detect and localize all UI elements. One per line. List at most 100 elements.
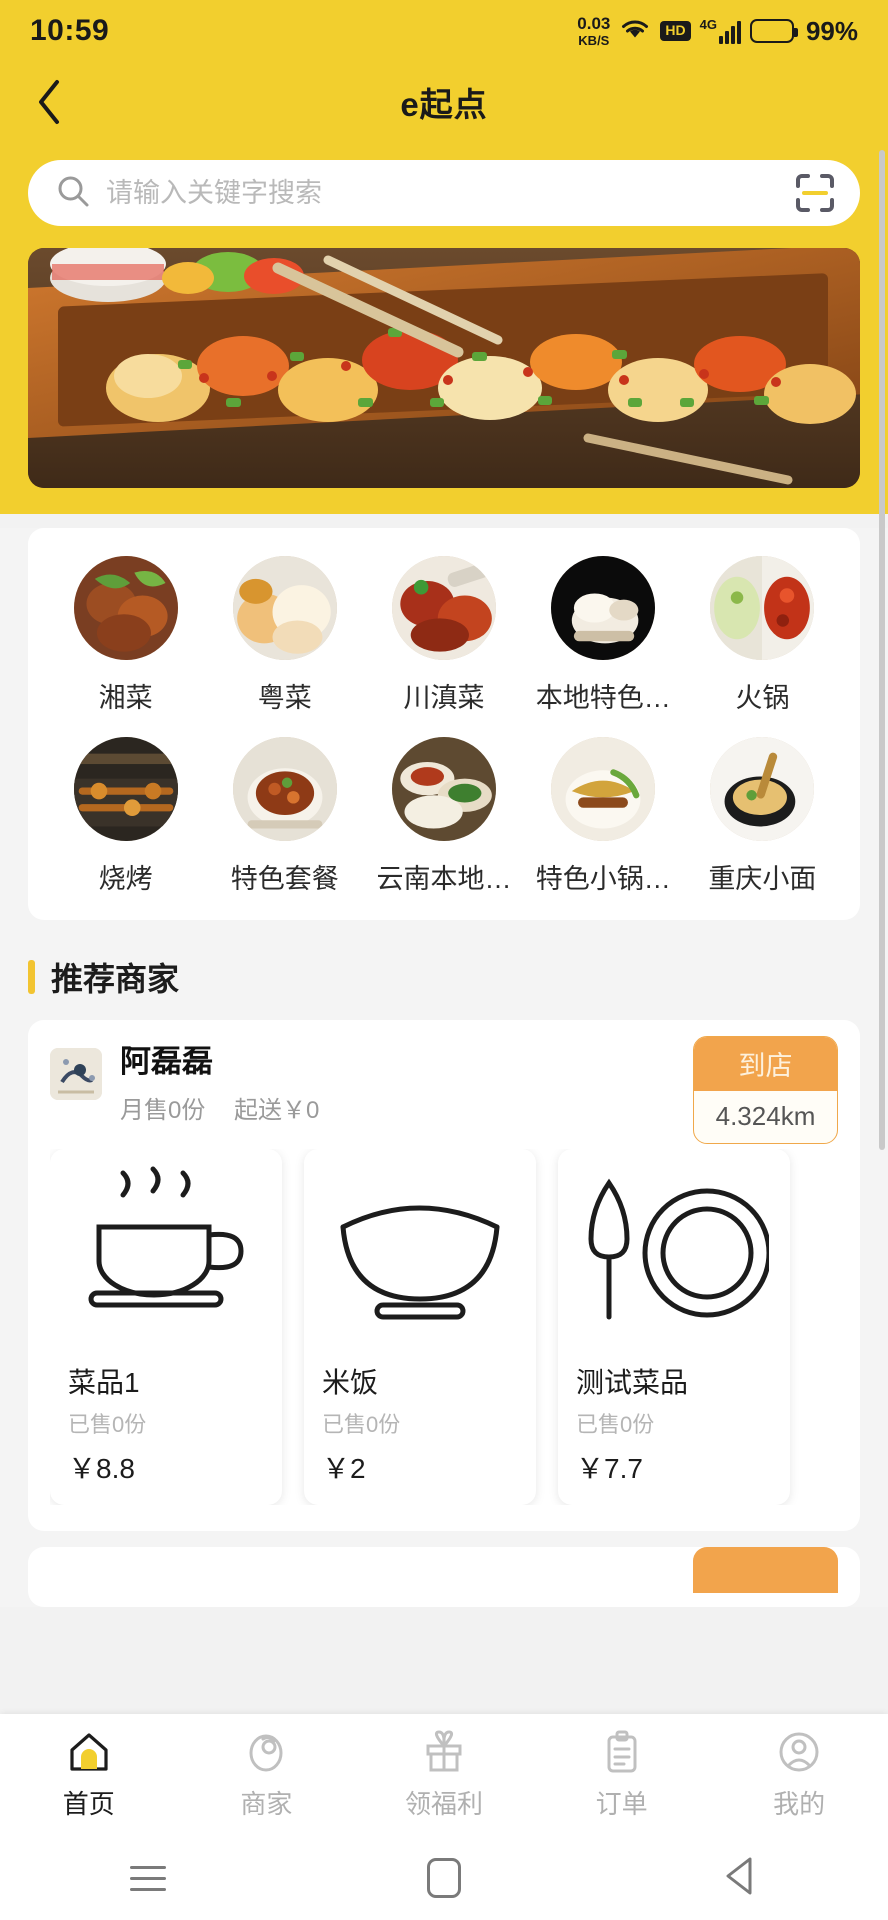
network-speed-value: 0.03	[577, 14, 611, 33]
dish-price: ￥2	[322, 1452, 366, 1484]
dish-card[interactable]: 米饭 已售0份 ￥2	[304, 1148, 536, 1505]
badge-distance: 4.324km	[715, 1101, 816, 1131]
signal-icon: 4G	[700, 18, 741, 44]
category-label: 重庆小面	[708, 864, 817, 894]
merchant-monthly-sales: 月售0份	[120, 1096, 206, 1124]
triangle-back-icon	[720, 1855, 760, 1902]
tab-shop[interactable]: 商家	[178, 1714, 356, 1836]
network-type-label: 4G	[699, 17, 717, 32]
dish-sold: 已售0份	[576, 1411, 655, 1437]
network-speed-unit: KB/S	[578, 33, 610, 48]
tab-label: 订单	[595, 1789, 648, 1819]
category-image	[392, 556, 496, 660]
category-image	[551, 556, 656, 660]
android-home-button[interactable]	[296, 1858, 592, 1898]
hd-icon: HD	[660, 21, 691, 41]
merchant-delivery-min: 起送￥0	[234, 1096, 320, 1124]
tab-label: 商家	[240, 1789, 293, 1819]
tab-home[interactable]: 首页	[0, 1714, 178, 1836]
badge-label: 到店	[694, 1037, 837, 1091]
banner-image	[28, 248, 860, 488]
app-header: e起点	[0, 62, 888, 142]
merchant-stats: 月售0份 起送￥0	[120, 1090, 319, 1125]
category-item-1[interactable]: 粤菜	[205, 556, 364, 715]
category-label: 本地特色…	[535, 683, 671, 713]
tab-label: 我的	[773, 1789, 826, 1819]
tab-rewards[interactable]: 领福利	[355, 1714, 533, 1836]
back-button[interactable]	[26, 79, 72, 125]
category-image	[73, 556, 178, 660]
category-label: 特色套餐	[230, 864, 339, 894]
battery-icon	[749, 19, 798, 43]
category-item-6[interactable]: 特色套餐	[205, 737, 364, 896]
category-item-7[interactable]: 云南本地…	[364, 737, 523, 896]
network-speed: 0.03 KB/S	[577, 15, 610, 47]
dish-name: 菜品1	[68, 1366, 140, 1398]
category-item-5[interactable]: 烧烤	[46, 737, 205, 896]
square-home-icon	[427, 1858, 461, 1898]
category-item-9[interactable]: 重庆小面	[683, 737, 842, 896]
tab-label: 首页	[62, 1789, 115, 1819]
merchant-logo	[50, 1048, 102, 1100]
next-merchant-badge	[693, 1546, 838, 1593]
tab-orders[interactable]: 订单	[533, 1714, 711, 1836]
dish-card[interactable]: 菜品1 已售0份 ￥8.8	[50, 1148, 282, 1505]
category-image	[232, 556, 337, 660]
tab-profile[interactable]: 我的	[710, 1714, 888, 1836]
dish-price: ￥7.7	[576, 1452, 643, 1484]
page-title: e起点	[400, 86, 488, 123]
signal-bars	[718, 20, 741, 44]
category-image	[73, 737, 178, 841]
clipboard-icon	[599, 1729, 645, 1775]
category-label: 云南本地…	[376, 864, 512, 894]
rice-bowl-icon	[325, 1165, 515, 1345]
chevron-left-icon	[35, 79, 63, 125]
category-image	[710, 737, 815, 841]
category-item-0[interactable]: 湘菜	[46, 556, 205, 715]
category-label: 湘菜	[98, 683, 153, 713]
battery-percent: 99%	[805, 15, 858, 46]
merchant-card[interactable]: 阿磊磊 月售0份 起送￥0 到店 4.324km 菜品1 已售0份 ￥8.8 米…	[28, 1020, 860, 1531]
android-menu-button[interactable]	[0, 1865, 296, 1891]
category-label: 烧烤	[98, 864, 153, 894]
category-row-2: 烧烤 特色套餐 云南本地… 特色小锅… 重庆小面	[46, 737, 842, 896]
dish-image	[558, 1149, 790, 1361]
dish-image	[304, 1149, 536, 1361]
dish-sold: 已售0份	[322, 1411, 401, 1437]
search-bar[interactable]	[28, 160, 860, 226]
category-grid: 湘菜 粤菜 川滇菜 本地特色… 火锅 烧烤 特色套餐 云南本地… 特色小锅… 重…	[28, 528, 860, 920]
section-accent-bar	[28, 960, 35, 994]
dish-price: ￥8.8	[68, 1452, 135, 1484]
scan-qr-icon[interactable]	[794, 172, 836, 214]
status-bar: 10:59 0.03 KB/S HD 4G 99%	[0, 0, 888, 62]
android-back-button[interactable]	[592, 1855, 888, 1902]
section-title: 推荐商家	[51, 961, 180, 997]
merchant-info: 阿磊磊 月售0份 起送￥0	[120, 1044, 319, 1125]
page-scrollbar[interactable]	[879, 150, 885, 1150]
category-image	[710, 556, 815, 660]
search-input[interactable]	[106, 177, 778, 209]
category-item-2[interactable]: 川滇菜	[364, 556, 523, 715]
dish-sold: 已售0份	[68, 1411, 147, 1437]
bottom-tab-bar: 首页 商家 领福利 订单 我的	[0, 1714, 888, 1836]
hero-section	[0, 142, 888, 514]
shop-icon	[243, 1729, 289, 1775]
next-merchant-card-partial[interactable]	[28, 1546, 860, 1607]
gift-icon	[421, 1729, 467, 1775]
category-image	[551, 737, 656, 841]
category-item-4[interactable]: 火锅	[683, 556, 842, 715]
promo-banner[interactable]	[28, 248, 860, 488]
recommended-section-header: 推荐商家	[0, 920, 888, 1000]
dish-name: 测试菜品	[576, 1366, 689, 1398]
category-item-3[interactable]: 本地特色…	[524, 556, 683, 715]
status-time: 10:59	[30, 14, 110, 47]
search-icon	[56, 174, 90, 213]
menu-icon	[130, 1865, 166, 1891]
category-label: 特色小锅…	[535, 864, 671, 894]
merchant-distance-badge[interactable]: 到店 4.324km	[693, 1036, 838, 1144]
category-label: 川滇菜	[403, 683, 485, 713]
category-item-8[interactable]: 特色小锅…	[524, 737, 683, 896]
tab-label: 领福利	[404, 1789, 483, 1819]
coffee-cup-icon	[71, 1165, 261, 1345]
dish-card[interactable]: 测试菜品 已售0份 ￥7.7	[558, 1148, 790, 1505]
